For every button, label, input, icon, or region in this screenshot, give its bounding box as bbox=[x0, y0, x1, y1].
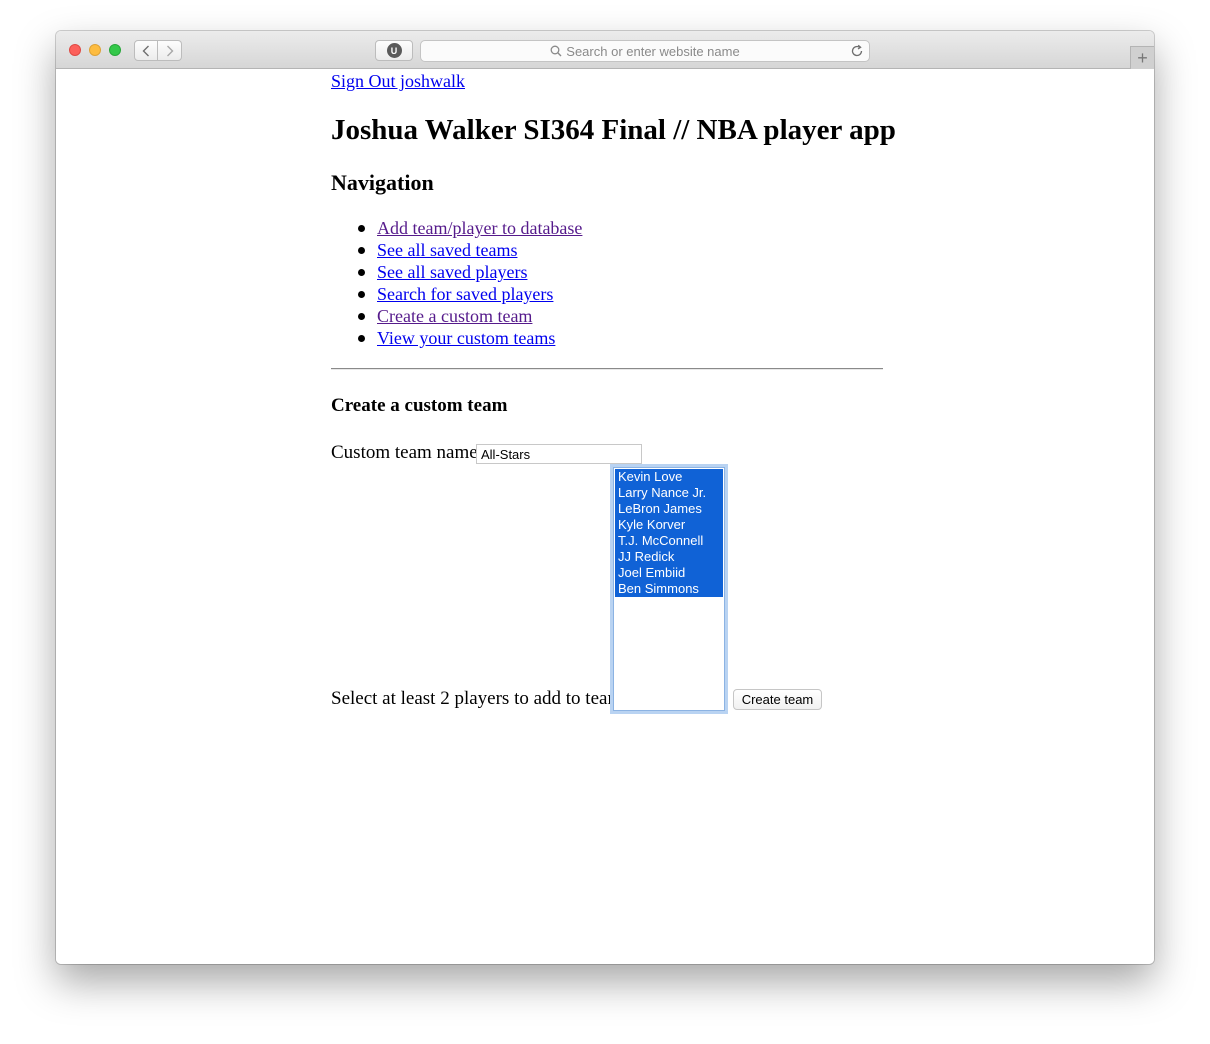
player-option[interactable]: T.J. McConnell bbox=[615, 533, 723, 549]
nav-link-create-custom-team[interactable]: Create a custom team bbox=[377, 306, 532, 326]
nav-link-saved-teams[interactable]: See all saved teams bbox=[377, 240, 517, 260]
horizontal-divider bbox=[331, 368, 883, 370]
player-option[interactable]: Kevin Love bbox=[615, 469, 723, 485]
forward-button[interactable] bbox=[158, 40, 182, 61]
address-placeholder: Search or enter website name bbox=[566, 43, 740, 59]
extension-button[interactable]: U bbox=[375, 40, 413, 61]
player-option[interactable]: Kyle Korver bbox=[615, 517, 723, 533]
team-name-input[interactable] bbox=[476, 444, 642, 464]
player-option[interactable]: Larry Nance Jr. bbox=[615, 485, 723, 501]
player-option[interactable]: JJ Redick bbox=[615, 549, 723, 565]
browser-window: U Search or enter website name + Sign Ou… bbox=[56, 31, 1154, 964]
team-name-label: Custom team name bbox=[331, 442, 478, 463]
back-chevron-icon bbox=[142, 45, 149, 56]
player-multiselect[interactable]: Kevin Love Larry Nance Jr. LeBron James … bbox=[613, 467, 725, 711]
page-title: Joshua Walker SI364 Final // NBA player … bbox=[331, 114, 896, 146]
minimize-window-button[interactable] bbox=[89, 44, 101, 56]
zoom-window-button[interactable] bbox=[109, 44, 121, 56]
nav-link-saved-players[interactable]: See all saved players bbox=[377, 262, 527, 282]
page-content: Sign Out joshwalk Joshua Walker SI364 Fi… bbox=[56, 69, 1154, 964]
nav-item: See all saved teams bbox=[331, 239, 582, 261]
navigation-heading: Navigation bbox=[331, 170, 434, 195]
player-option[interactable]: Joel Embiid bbox=[615, 565, 723, 581]
sign-out-link[interactable]: Sign Out joshwalk bbox=[331, 71, 465, 92]
nav-item: Add team/player to database bbox=[331, 217, 582, 239]
player-select-label: Select at least 2 players to add to team bbox=[331, 688, 623, 709]
address-bar[interactable]: Search or enter website name bbox=[420, 40, 870, 62]
nav-item: Search for saved players bbox=[331, 283, 582, 305]
reload-icon[interactable] bbox=[850, 44, 864, 58]
back-button[interactable] bbox=[134, 40, 158, 61]
search-icon bbox=[550, 45, 562, 57]
nav-item: View your custom teams bbox=[331, 327, 582, 349]
close-window-button[interactable] bbox=[69, 44, 81, 56]
new-tab-button[interactable]: + bbox=[1130, 46, 1154, 69]
form-heading: Create a custom team bbox=[331, 395, 508, 416]
forward-chevron-icon bbox=[166, 45, 173, 56]
player-option[interactable]: Ben Simmons bbox=[615, 581, 723, 597]
nav-link-search-players[interactable]: Search for saved players bbox=[377, 284, 553, 304]
nav-item: See all saved players bbox=[331, 261, 582, 283]
navigation-list: Add team/player to database See all save… bbox=[331, 217, 582, 349]
extension-icon: U bbox=[386, 43, 402, 58]
nav-link-add-team-player[interactable]: Add team/player to database bbox=[377, 218, 582, 238]
browser-toolbar: U Search or enter website name + bbox=[56, 31, 1154, 69]
create-team-button[interactable]: Create team bbox=[733, 689, 822, 710]
player-option[interactable]: LeBron James bbox=[615, 501, 723, 517]
nav-item: Create a custom team bbox=[331, 305, 582, 327]
nav-link-view-custom-teams[interactable]: View your custom teams bbox=[377, 328, 555, 348]
